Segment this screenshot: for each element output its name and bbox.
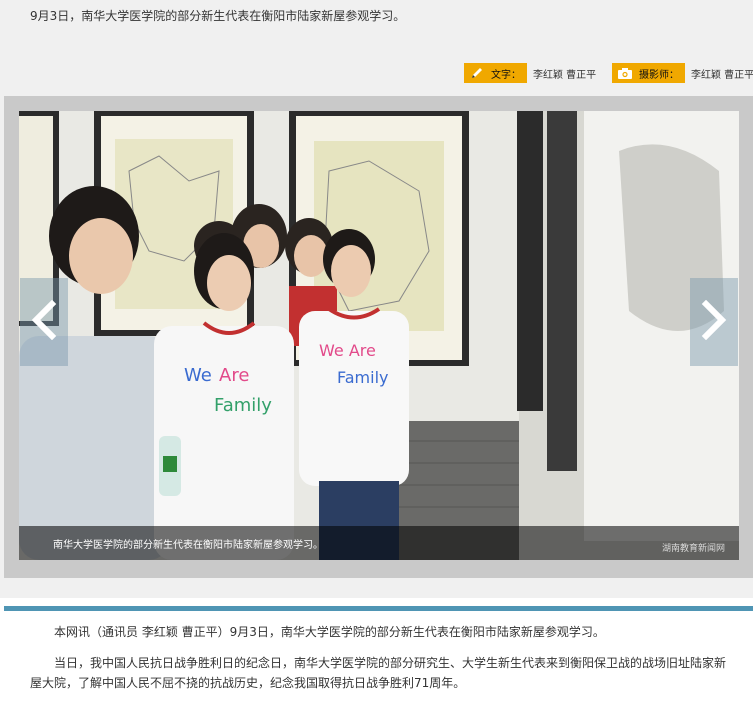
photo-caption: 南华大学医学院的部分新生代表在衡阳市陆家新屋参观学习。 bbox=[53, 540, 323, 551]
photo-credit-badge: 摄影师： bbox=[612, 63, 685, 83]
photo-gallery: We Are Family We Are Family 南华大学医学院的部分新生… bbox=[4, 96, 753, 578]
previous-photo-button[interactable] bbox=[20, 278, 68, 366]
article-paragraph: 本网讯（通讯员 李红颖 曹正平）9月3日，南华大学医学院的部分新生代表在衡阳市陆… bbox=[54, 625, 605, 639]
camera-icon bbox=[616, 65, 634, 81]
svg-text:We: We bbox=[184, 365, 212, 386]
pencil-icon bbox=[468, 65, 486, 81]
gallery-photo: We Are Family We Are Family 南华大学医学院的部分新生… bbox=[19, 111, 739, 560]
svg-text:Are: Are bbox=[219, 365, 249, 386]
photo-caption-bar: 南华大学医学院的部分新生代表在衡阳市陆家新屋参观学习。 湖南教育新闻网 bbox=[19, 526, 739, 560]
photo-headline: 9月3日，南华大学医学院的部分新生代表在衡阳市陆家新屋参观学习。 bbox=[30, 9, 406, 23]
svg-text:Family: Family bbox=[337, 368, 388, 387]
text-credit-names: 李红颖 曹正平 bbox=[533, 69, 597, 81]
photo-credit: 摄影师： 李红颖 曹正平 bbox=[612, 63, 753, 83]
svg-text:Family: Family bbox=[214, 395, 272, 416]
photo-credit-label: 摄影师： bbox=[639, 69, 679, 81]
article-body: 本网讯（通讯员 李红颖 曹正平）9月3日，南华大学医学院的部分新生代表在衡阳市陆… bbox=[30, 622, 730, 704]
next-photo-button[interactable] bbox=[690, 278, 738, 366]
text-credit-badge: 文字： bbox=[464, 63, 527, 83]
chevron-left-icon bbox=[30, 299, 58, 344]
exhibition-photo-illustration: We Are Family We Are Family bbox=[19, 111, 739, 560]
site-watermark: 湖南教育新闻网 bbox=[661, 544, 725, 554]
photo-credit-names: 李红颖 曹正平 bbox=[691, 69, 753, 81]
article-paragraph: 当日，我中国人民抗日战争胜利日的纪念日，南华大学医学院的部分研究生、大学生新生代… bbox=[30, 656, 727, 690]
section-divider bbox=[4, 606, 753, 611]
chevron-right-icon bbox=[700, 299, 728, 344]
text-credit-label: 文字： bbox=[491, 69, 521, 81]
article-header-area: 9月3日，南华大学医学院的部分新生代表在衡阳市陆家新屋参观学习。 文字： 李红颖… bbox=[0, 0, 753, 598]
text-credit: 文字： 李红颖 曹正平 bbox=[464, 63, 596, 83]
svg-text:We Are: We Are bbox=[319, 341, 376, 360]
